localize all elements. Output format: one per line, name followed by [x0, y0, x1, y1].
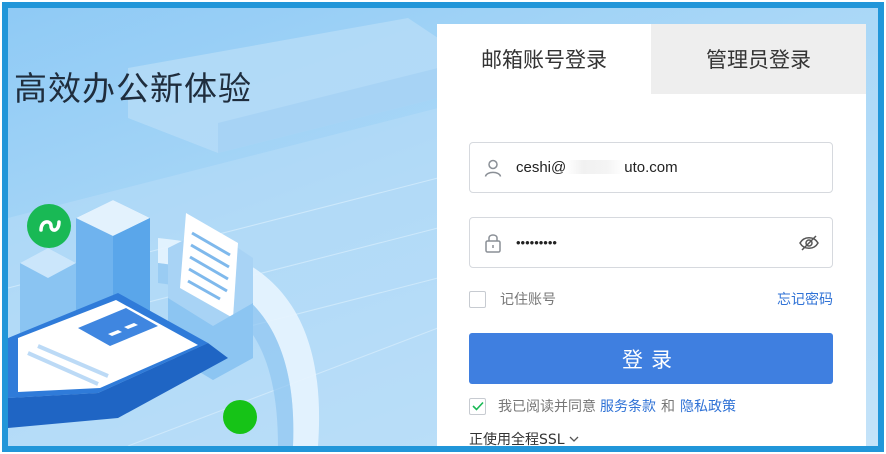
ssl-label: 正使用全程SSL — [469, 432, 565, 448]
login-panel: 邮箱账号登录 管理员登录 ceshi@ uto.com ••••••••• 记住… — [437, 24, 866, 448]
login-tabs: 邮箱账号登录 管理员登录 — [437, 24, 866, 94]
tab-email-login[interactable]: 邮箱账号登录 — [437, 24, 651, 94]
password-field[interactable]: ••••••••• — [469, 217, 833, 268]
app-frame: 高效办公新体验 邮箱账号登录 管理员登录 ceshi@ uto.com ••••… — [2, 2, 884, 452]
hero-title: 高效办公新体验 — [14, 69, 252, 108]
remember-checkbox[interactable] — [469, 290, 486, 308]
username-prefix: ceshi@ — [516, 159, 567, 176]
agree-prefix: 我已阅读并同意 — [498, 399, 596, 415]
forgot-password-link[interactable]: 忘记密码 — [777, 289, 833, 309]
ssl-toggle[interactable]: 正使用全程SSL — [469, 429, 579, 448]
remember-label: 记住账号 — [500, 292, 556, 308]
username-field[interactable]: ceshi@ uto.com — [469, 142, 833, 193]
tab-admin-login[interactable]: 管理员登录 — [651, 24, 866, 94]
lock-icon — [470, 232, 516, 254]
hero-illustration: 高效办公新体验 — [8, 8, 438, 446]
password-value[interactable]: ••••••••• — [516, 235, 786, 250]
check-icon — [471, 401, 484, 411]
agreement-row: 我已阅读并同意 服务条款 和 隐私政策 — [469, 396, 736, 416]
redacted-mask — [566, 160, 625, 174]
chevron-down-icon — [569, 436, 579, 443]
username-suffix: uto.com — [624, 159, 678, 176]
privacy-link[interactable]: 隐私政策 — [680, 396, 736, 416]
eye-off-icon[interactable] — [786, 234, 832, 252]
login-button[interactable]: 登录 — [469, 333, 833, 384]
remember-account: 记住账号 — [469, 289, 556, 309]
agree-and: 和 — [661, 399, 675, 415]
remember-row: 记住账号 忘记密码 — [469, 288, 833, 310]
user-icon — [470, 158, 516, 178]
terms-link[interactable]: 服务条款 — [600, 396, 656, 416]
username-value[interactable]: ceshi@ uto.com — [516, 159, 832, 176]
agree-checkbox[interactable] — [469, 397, 486, 415]
